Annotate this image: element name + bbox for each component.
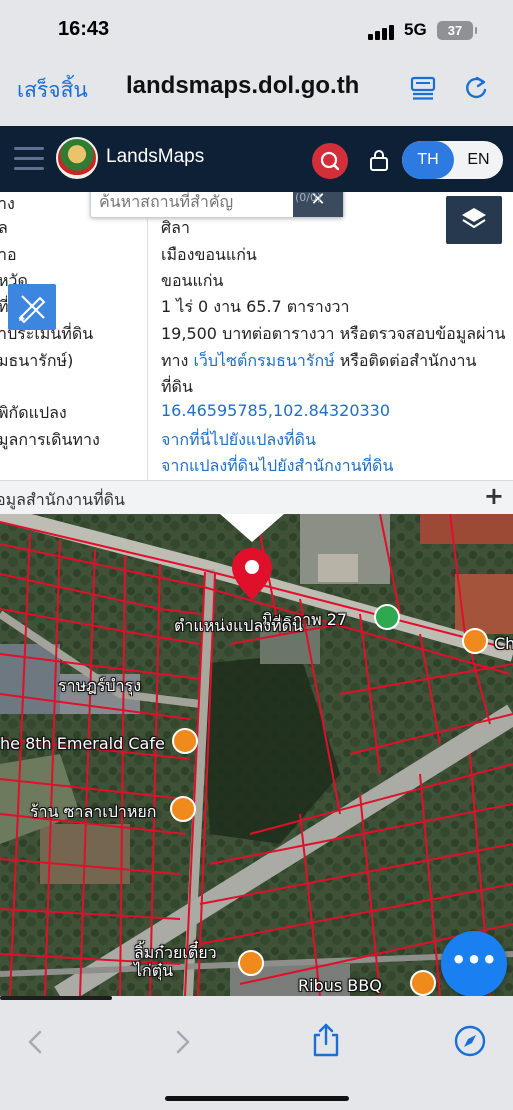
- signal-icon: [368, 24, 396, 40]
- ruler-pencil-icon: [18, 295, 46, 324]
- section-title: อมูลสำนักงานที่ดิน: [0, 490, 125, 509]
- poi-label: Ch: [494, 634, 513, 653]
- info-value: ที่ดิน: [161, 377, 193, 396]
- parcel-info-panel: าง ล ศิลา าอ เมืองขอนแก่น หวัด ขอนแก่น ท…: [0, 192, 513, 480]
- info-label: ล: [0, 218, 8, 237]
- reload-icon[interactable]: [462, 74, 490, 102]
- network-type: 5G: [404, 20, 427, 39]
- app-header: LandsMaps TH EN: [0, 126, 513, 192]
- cafe-poi-icon[interactable]: [462, 628, 488, 654]
- search-clear-button[interactable]: (0/0) ✕: [293, 192, 343, 217]
- url-label[interactable]: landsmaps.dol.go.th: [126, 72, 359, 100]
- info-value: ขอนแก่น: [161, 271, 224, 290]
- park-poi-icon[interactable]: [374, 604, 400, 630]
- column-divider: [147, 192, 148, 480]
- battery-icon: 37: [437, 21, 477, 40]
- info-value: 19,500 บาทต่อตารางวา หรือตรวจสอบข้อมูลผ่…: [161, 324, 506, 343]
- poi-label: ร้าน ซาลาเปาหยก: [30, 802, 157, 821]
- home-indicator: [165, 1096, 349, 1101]
- restaurant-poi-icon[interactable]: [410, 970, 436, 996]
- directions-to-parcel-link[interactable]: จากที่นี่ไปยังแปลงที่ดิน: [161, 428, 316, 453]
- brand-name: LandsMaps: [106, 146, 205, 167]
- back-icon[interactable]: [20, 1026, 52, 1058]
- browser-bottom-toolbar: [0, 996, 513, 1110]
- info-value: เมืองขอนแก่น: [161, 245, 257, 264]
- expand-icon[interactable]: +: [484, 482, 504, 510]
- browser-toolbar: เสร็จสิ้น landsmaps.dol.go.th: [0, 60, 513, 126]
- lang-en-button[interactable]: EN: [454, 141, 503, 179]
- done-button[interactable]: เสร็จสิ้น: [17, 74, 88, 107]
- directions-to-office-link[interactable]: จากแปลงที่ดินไปยังสำนักงานที่ดิน: [161, 454, 393, 479]
- parcel-label: ตำแหน่งแปลงที่ดิน: [174, 616, 303, 635]
- treasury-website-link[interactable]: เว็บไซต์กรมธนารักษ์: [193, 351, 334, 370]
- cafe-poi-icon[interactable]: [172, 728, 198, 754]
- map-canvas: [0, 514, 513, 996]
- poi-label: Ribus BBQ: [298, 976, 382, 995]
- place-search-box: (0/0)✕: [90, 192, 344, 218]
- poi-label: ลิ้มก๋วยเตี๋ยว ไก่ตุ๋น: [134, 943, 217, 980]
- place-search-input[interactable]: [91, 192, 293, 217]
- road-label: ราษฎร์บำรุง: [58, 676, 142, 695]
- shop-poi-icon[interactable]: [170, 796, 196, 822]
- lang-th-button[interactable]: TH: [402, 141, 454, 179]
- status-time: 16:43: [58, 18, 110, 40]
- status-bar: 16:43 5G 37: [0, 0, 513, 60]
- info-value: ทาง เว็บไซต์กรมธนารักษ์ หรือติดต่อสำนักง…: [161, 349, 476, 374]
- more-options-button[interactable]: •••: [441, 931, 507, 997]
- menu-icon[interactable]: [14, 147, 44, 171]
- info-value-prefix: ทาง: [161, 351, 194, 370]
- panel-pointer: [220, 514, 284, 542]
- info-value: 1 ไร่ 0 งาน 65.7 ตารางวา: [161, 297, 350, 316]
- info-value: ศิลา: [161, 218, 190, 237]
- horizontal-scrollbar[interactable]: [0, 996, 112, 1000]
- search-button[interactable]: [312, 143, 348, 179]
- language-toggle: TH EN: [402, 141, 503, 179]
- coordinates-link[interactable]: 16.46595785,102.84320330: [161, 401, 390, 420]
- layers-button[interactable]: [446, 196, 502, 244]
- info-label: พิกัดแปลง: [0, 403, 67, 422]
- satellite-map[interactable]: มิตรภาพ 27 ตำแหน่งแปลงที่ดิน ราษฎร์บำรุง…: [0, 514, 513, 996]
- restaurant-poi-icon[interactable]: [238, 950, 264, 976]
- dol-logo: [56, 137, 98, 179]
- land-office-section-header[interactable]: อมูลสำนักงานที่ดิน +: [0, 480, 513, 514]
- search-icon: [320, 151, 340, 171]
- poi-label: he 8th Emerald Cafe: [0, 734, 165, 753]
- more-dots-icon: •••: [450, 946, 498, 974]
- compass-icon[interactable]: [453, 1024, 487, 1058]
- reader-icon[interactable]: [410, 76, 436, 100]
- share-icon[interactable]: [309, 1022, 343, 1058]
- measure-tool-button[interactable]: [8, 284, 56, 330]
- lock-icon[interactable]: [368, 148, 390, 172]
- info-label: มธนารักษ์): [0, 351, 74, 370]
- info-label: มูลการเดินทาง: [0, 430, 100, 449]
- layers-icon: [462, 208, 486, 229]
- search-count: (0/0): [295, 192, 322, 204]
- info-label: าอ: [0, 245, 17, 264]
- info-label: าง: [0, 194, 15, 213]
- info-value-suffix: หรือติดต่อสำนักงาน: [334, 351, 477, 370]
- forward-icon[interactable]: [166, 1026, 198, 1058]
